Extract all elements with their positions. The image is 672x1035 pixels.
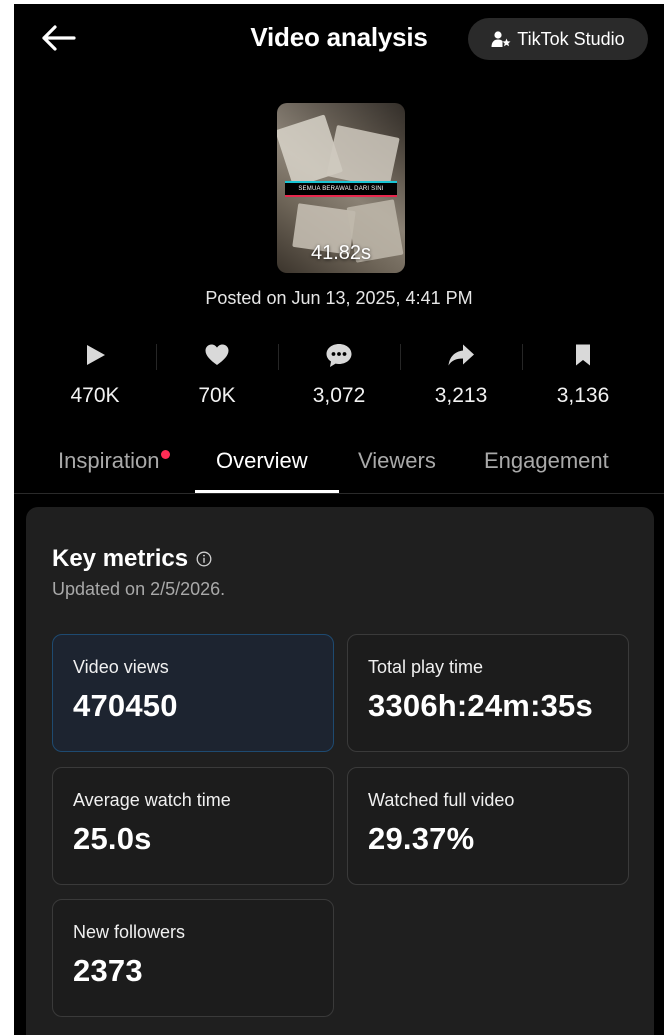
video-analysis-screen: Video analysis TikTok Studio SEMUA BERAW…: [14, 4, 664, 1035]
comment-icon: [326, 344, 352, 367]
updated-date: Updated on 2/5/2026.: [52, 579, 226, 599]
video-thumbnail[interactable]: SEMUA BERAWAL DARI SINI 41.82s: [277, 103, 405, 273]
active-tab-indicator: [195, 490, 339, 493]
tab-inspiration[interactable]: Inspiration: [58, 448, 170, 474]
metric-label: Average watch time: [73, 790, 231, 810]
stat-value: 470K: [70, 384, 120, 407]
notification-dot: [160, 450, 170, 459]
tab-label: Engagement: [484, 448, 609, 473]
person-star-icon: [491, 30, 511, 48]
tab-viewers[interactable]: Viewers: [358, 448, 436, 474]
stat-value: 3,213: [434, 384, 488, 407]
tab-engagement[interactable]: Engagement: [484, 448, 609, 474]
stat-value: 3,136: [556, 384, 610, 407]
metric-new-followers[interactable]: New followers 2373: [52, 899, 334, 1017]
stat-shares: 3,213: [400, 340, 522, 420]
arrow-left-icon: [42, 25, 76, 51]
metric-watched-full-video[interactable]: Watched full video 29.37%: [347, 767, 629, 885]
metric-video-views[interactable]: Video views 470450: [52, 634, 334, 752]
back-button[interactable]: [36, 18, 80, 58]
metric-total-play-time[interactable]: Total play time 3306h:24m:35s: [347, 634, 629, 752]
tab-overview[interactable]: Overview: [216, 448, 308, 474]
metric-value: 470450: [73, 688, 178, 723]
metric-value: 29.37%: [368, 821, 475, 856]
metric-average-watch-time[interactable]: Average watch time 25.0s: [52, 767, 334, 885]
metric-value: 3306h:24m:35s: [368, 688, 593, 723]
key-metrics-label: Key metrics: [52, 545, 189, 572]
video-duration: 41.82s: [310, 242, 372, 264]
key-metrics-title: Key metrics: [52, 545, 212, 573]
stat-value: 70K: [198, 384, 236, 407]
play-icon: [87, 345, 105, 365]
analysis-tabs: Inspiration Overview Viewers Engagement: [14, 442, 664, 494]
tab-label: Inspiration: [58, 448, 160, 473]
stat-value: 3,072: [312, 384, 366, 407]
heart-icon: [205, 344, 229, 365]
stat-views: 470K: [34, 340, 156, 420]
tiktok-studio-button[interactable]: TikTok Studio: [468, 18, 648, 60]
metric-label: New followers: [73, 922, 186, 942]
stat-favorites: 3,136: [522, 340, 644, 420]
info-icon[interactable]: [196, 551, 212, 567]
metric-value: 2373: [73, 953, 143, 988]
stat-comments: 3,072: [278, 340, 400, 420]
tab-label: Overview: [216, 448, 308, 473]
metric-value: 25.0s: [73, 821, 152, 856]
posted-date: Posted on Jun 13, 2025, 4:41 PM: [205, 288, 473, 308]
bookmark-icon: [576, 344, 590, 366]
thumbnail-paper: [326, 124, 400, 190]
key-metrics-card: Key metrics Updated on 2/5/2026. Video v…: [26, 507, 654, 1035]
metric-label: Watched full video: [368, 790, 515, 810]
tab-label: Viewers: [358, 448, 436, 473]
stats-row: 470K 70K 3,072 3,213 3,136: [34, 340, 644, 420]
thumbnail-caption: SEMUA BERAWAL DARI SINI: [285, 181, 397, 197]
share-icon: [448, 344, 474, 366]
tiktok-studio-label: TikTok Studio: [517, 28, 625, 49]
metric-label: Total play time: [368, 657, 484, 677]
metric-label: Video views: [73, 657, 169, 677]
stat-likes: 70K: [156, 340, 278, 420]
